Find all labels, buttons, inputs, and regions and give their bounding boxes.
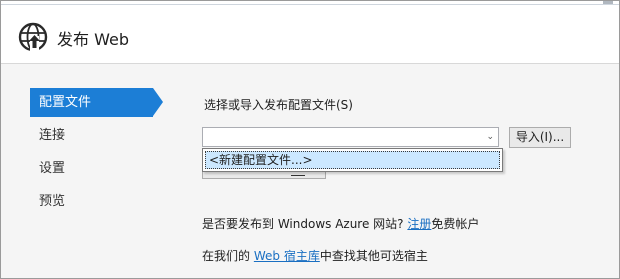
azure-signup-text: 是否要发布到 Windows Azure 网站? 注册免费帐户 — [202, 215, 479, 232]
chevron-down-icon[interactable]: ⌄ — [486, 129, 494, 145]
azure-free-account-text: 免费帐户 — [431, 217, 480, 231]
close-strip-marker — [603, 1, 613, 4]
profile-instruction-label: 选择或导入发布配置文件(S) — [204, 98, 353, 112]
dialog-title: 发布 Web — [57, 30, 129, 49]
nav-item-connection[interactable]: 连接 — [30, 121, 165, 150]
nav-item-preview[interactable]: 预览 — [30, 187, 165, 216]
hidden-button-edge — [202, 171, 326, 179]
hidden-button-underline — [291, 175, 305, 176]
globe-publish-icon — [18, 22, 48, 52]
azure-register-link[interactable]: 注册 — [407, 217, 431, 231]
dropdown-option-new-profile[interactable]: <新建配置文件...> — [205, 151, 500, 169]
hosting-gallery-text: 在我们的 Web 宿主库中查找其他可选宿主 — [202, 247, 428, 264]
import-button[interactable]: 导入(I)... — [509, 127, 571, 148]
dialog-header: 发布 Web — [1, 5, 619, 63]
publish-web-dialog: 发布 Web 配置文件 连接 设置 预览 选择或导入发布配置文件(S) ⌄ 导入… — [0, 0, 620, 279]
dialog-content: 配置文件 连接 设置 预览 选择或导入发布配置文件(S) ⌄ 导入(I)... … — [1, 64, 619, 278]
web-hosting-gallery-link[interactable]: Web 宿主库 — [254, 249, 320, 263]
azure-prompt: 是否要发布到 Windows Azure 网站? — [202, 217, 404, 231]
nav-item-settings[interactable]: 设置 — [30, 154, 165, 183]
nav-item-profile[interactable]: 配置文件 — [30, 88, 163, 117]
profile-dropdown-list: <新建配置文件...> — [202, 148, 503, 172]
wizard-nav: 配置文件 连接 设置 预览 — [30, 88, 165, 220]
profile-combobox[interactable]: ⌄ — [202, 127, 499, 147]
hosting-suffix: 中查找其他可选宿主 — [319, 249, 428, 263]
hosting-prefix: 在我们的 — [202, 249, 251, 263]
